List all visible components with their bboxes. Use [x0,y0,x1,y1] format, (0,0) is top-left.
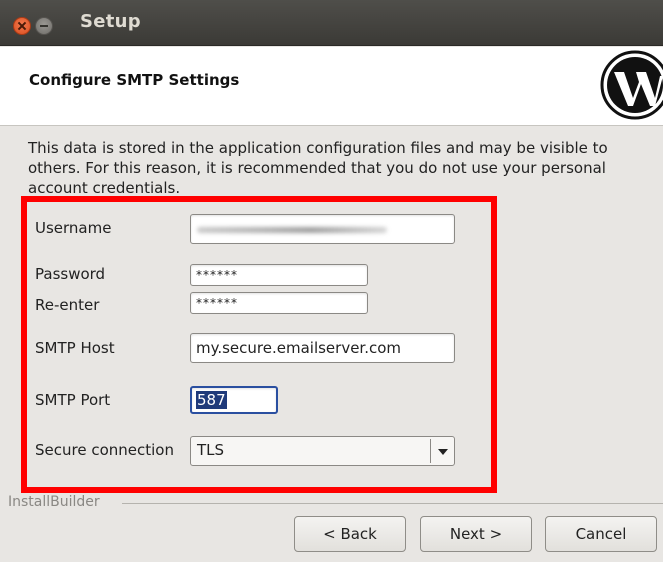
window-title: Setup [80,11,141,32]
password-label: Password [35,265,106,283]
wordpress-logo-icon [600,50,663,120]
password-field[interactable] [190,264,368,286]
username-label: Username [35,219,112,237]
reenter-label: Re-enter [35,296,100,314]
chevron-down-icon[interactable] [438,449,448,455]
smtp-host-label: SMTP Host [35,339,115,357]
close-window-icon[interactable] [13,17,31,35]
smtp-port-label: SMTP Port [35,391,111,409]
page-title: Configure SMTP Settings [29,71,240,89]
header-panel: Configure SMTP Settings [0,47,663,126]
secure-connection-value: TLS [197,441,225,459]
description-text: This data is stored in the application c… [28,139,608,197]
title-bar[interactable]: Setup [0,0,663,46]
select-divider [430,439,431,463]
next-button[interactable]: Next > [420,516,532,552]
username-field[interactable] [190,214,455,244]
setup-window: Setup Configure SMTP Settings This data … [0,0,663,562]
secure-connection-label: Secure connection [35,441,174,459]
minimize-window-icon[interactable] [35,17,53,35]
smtp-port-selected-text: 587 [196,391,227,409]
username-redaction [197,227,387,233]
back-button[interactable]: < Back [294,516,406,552]
footer-divider [122,503,663,504]
secure-connection-select[interactable]: TLS [190,436,455,466]
smtp-host-field[interactable] [190,333,455,363]
smtp-port-field[interactable]: 587 [190,386,278,414]
reenter-password-field[interactable] [190,292,368,314]
installbuilder-brand: InstallBuilder [8,494,100,510]
cancel-button[interactable]: Cancel [545,516,657,552]
